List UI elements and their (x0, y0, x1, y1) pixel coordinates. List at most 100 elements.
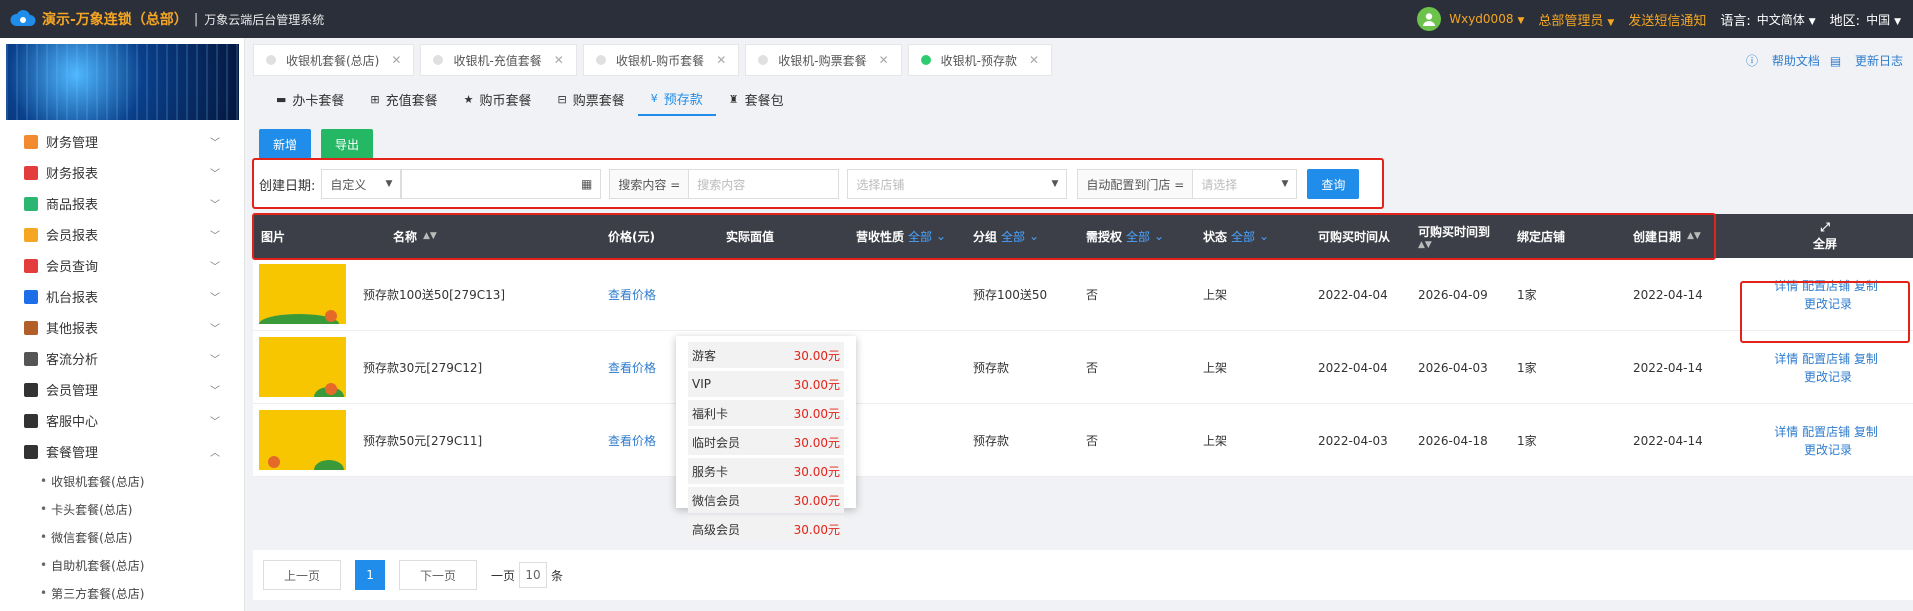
fullscreen-icon: ⤢ (1820, 220, 1830, 234)
view-price-link[interactable]: 查看价格 (608, 404, 656, 477)
sidebar-item-6[interactable]: 其他报表 ﹀ (0, 312, 244, 343)
change-log-link[interactable]: 更改记录 (1804, 368, 1852, 386)
close-icon[interactable]: ✕ (1029, 53, 1039, 67)
prev-page-button[interactable]: 上一页 (263, 560, 342, 590)
region-select[interactable]: 中国 ▼ (1866, 11, 1901, 28)
tab-1[interactable]: 收银机-充值套餐 ✕ (420, 44, 577, 76)
subtab-icon: ★ (463, 92, 474, 106)
subtab-3[interactable]: ⊟ 购票套餐 (545, 82, 638, 116)
region-label: 地区: (1829, 13, 1861, 29)
sidebar: 财务管理 ﹀ 财务报表 ﹀ 商品报表 ﹀ 会员报表 ﹀ 会员查询 ﹀ 机台报表 ﹀ 其他报表 ﹀ 客流分析 ﹀… (0, 38, 245, 611)
page-1[interactable]: 1 (355, 560, 386, 590)
brand-separator: | (193, 11, 199, 27)
sidebar-item-4[interactable]: 会员查询 ﹀ (0, 250, 244, 281)
avatar[interactable] (1417, 7, 1442, 31)
add-button[interactable]: 新增 (259, 129, 312, 159)
fullscreen-button[interactable]: ⤢ 全屏 (1813, 214, 1837, 258)
row-auth: 否 (1086, 434, 1099, 448)
sidebar-item-1[interactable]: 财务报表 ﹀ (0, 157, 244, 188)
language-select[interactable]: 中文简体 ▼ (1757, 11, 1816, 28)
price-row: VIP 30.00元 (688, 371, 844, 397)
row-group: 预存款 (973, 434, 1010, 448)
row-from: 2022-04-04 (1318, 360, 1388, 375)
config-store-link[interactable]: 配置店铺 (1802, 423, 1850, 441)
sub-tabs: ▬ 办卡套餐 ⊞ 充值套餐 ★ 购币套餐 ⊟ 购票套餐 ¥ 预存款 ♜ 套餐包 (253, 82, 1913, 116)
subtab-4[interactable]: ¥ 预存款 (637, 82, 716, 116)
help-doc-link[interactable]: ⓘ 帮助文档 (1746, 52, 1820, 69)
copy-link[interactable]: 复制 (1854, 423, 1878, 441)
detail-link[interactable]: 详情 (1774, 350, 1798, 368)
language-label: 语言: (1720, 13, 1751, 29)
close-icon[interactable]: ✕ (391, 53, 401, 67)
tab-status-dot (595, 55, 606, 65)
close-icon[interactable]: ✕ (879, 53, 889, 67)
tab-label: 收银机-购币套餐 (615, 53, 705, 68)
sidebar-item-label: 套餐管理 (46, 446, 99, 461)
subtab-icon: ♜ (728, 92, 739, 106)
sidebar-subitem-4[interactable]: 第三方套餐(总店) (0, 579, 244, 607)
view-price-link[interactable]: 查看价格 (608, 331, 656, 404)
package-image (259, 337, 346, 397)
sidebar-item-2[interactable]: 商品报表 ﹀ (0, 188, 244, 219)
tab-2[interactable]: 收银机-购币套餐 ✕ (582, 44, 740, 76)
close-icon[interactable]: ✕ (554, 53, 564, 67)
sidebar-subitem-2[interactable]: 微信套餐(总店) (0, 523, 244, 551)
menu-icon (24, 382, 38, 397)
tab-label: 收银机套餐(总店) (286, 53, 380, 68)
sidebar-item-5[interactable]: 机台报表 ﹀ (0, 281, 244, 312)
sms-notify-link[interactable]: 发送短信通知 (1628, 10, 1706, 29)
row-group: 预存款 (973, 361, 1010, 375)
sidebar-item-9[interactable]: 客服中心 ﹀ (0, 405, 244, 436)
copy-link[interactable]: 复制 (1854, 350, 1878, 368)
row-from: 2022-04-03 (1318, 433, 1388, 448)
update-log-link[interactable]: ▤ 更新日志 (1830, 52, 1903, 69)
export-button[interactable]: 导出 (321, 129, 374, 159)
sidebar-subitem-3[interactable]: 自助机套餐(总店) (0, 551, 244, 579)
sidebar-item-0[interactable]: 财务管理 ﹀ (0, 126, 244, 157)
sidebar-item-label: 客服中心 (46, 415, 99, 430)
sidebar-item-3[interactable]: 会员报表 ﹀ (0, 219, 244, 250)
change-log-link[interactable]: 更改记录 (1804, 441, 1852, 459)
table-row: 预存款50元[279C11] 查看价格 预存款 否 上架 2022-04-03 2026-0… (253, 404, 1913, 477)
close-icon[interactable]: ✕ (716, 53, 726, 67)
sidebar-item-label: 机台报表 (46, 291, 99, 306)
tab-0[interactable]: 收银机套餐(总店) ✕ (253, 44, 415, 76)
menu-icon (24, 320, 38, 335)
sidebar-subitem-0[interactable]: 收银机套餐(总店) (0, 467, 244, 495)
subtab-5[interactable]: ♜ 套餐包 (716, 82, 797, 116)
tab-4[interactable]: 收银机-预存款 ✕ (907, 44, 1053, 76)
tab-3[interactable]: 收银机-购票套餐 ✕ (745, 44, 902, 76)
next-page-button[interactable]: 下一页 (399, 560, 478, 590)
row-to: 2026-04-03 (1418, 360, 1488, 375)
menu-icon (24, 196, 38, 211)
sidebar-banner (6, 44, 239, 120)
view-price-link[interactable]: 查看价格 (608, 258, 656, 331)
menu-icon (24, 258, 38, 273)
sidebar-item-7[interactable]: 客流分析 ﹀ (0, 343, 244, 374)
subtab-1[interactable]: ⊞ 充值套餐 (357, 82, 450, 116)
chevron-down-icon: ▼ (1808, 16, 1816, 27)
row-from: 2022-04-04 (1318, 287, 1388, 302)
config-store-link[interactable]: 配置店铺 (1802, 350, 1850, 368)
menu-icon (24, 351, 38, 366)
detail-link[interactable]: 详情 (1774, 423, 1798, 441)
row-created: 2022-04-14 (1633, 433, 1703, 448)
price-row: 服务卡 30.00元 (688, 458, 844, 484)
chevron-down-icon: ﹀ (210, 262, 220, 273)
user-menu[interactable]: Wxyd0008 ▼ (1449, 12, 1524, 26)
subtab-0[interactable]: ▬ 办卡套餐 (263, 82, 357, 116)
price-popup: 游客 30.00元 VIP 30.00元 福利卡 30.00元 临时会员 30.00元 服务卡 3… (676, 336, 856, 542)
subtab-icon: ¥ (650, 91, 658, 105)
subtab-2[interactable]: ★ 购币套餐 (451, 82, 545, 116)
row-store: 1家 (1517, 288, 1537, 302)
sidebar-subitem-1[interactable]: 卡头套餐(总店) (0, 495, 244, 523)
role-menu[interactable]: 总部管理员 ▼ (1538, 10, 1614, 29)
per-page-input[interactable]: 10 (519, 562, 548, 588)
sidebar-item-8[interactable]: 会员管理 ﹀ (0, 374, 244, 405)
row-created: 2022-04-14 (1633, 360, 1703, 375)
sidebar-item-label: 会员报表 (46, 229, 99, 244)
row-group: 预存100送50 (973, 288, 1048, 302)
chevron-down-icon: ﹀ (210, 386, 220, 397)
sidebar-item-10[interactable]: 套餐管理 ︿ (0, 436, 244, 467)
row-name: 预存款50元[279C11] (363, 434, 483, 448)
